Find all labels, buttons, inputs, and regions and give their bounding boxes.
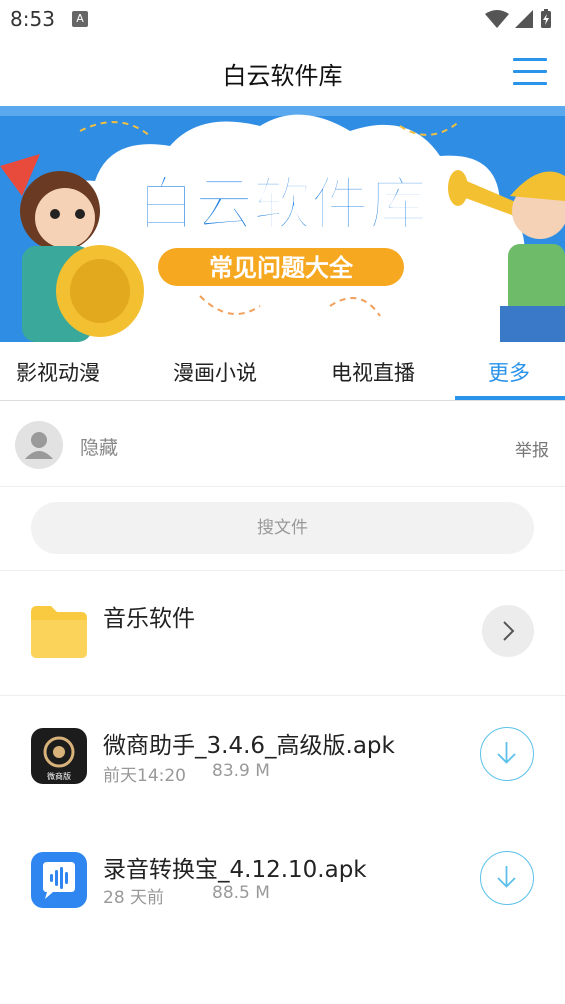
uploader-name[interactable]: 隐藏	[80, 433, 118, 460]
notification-a-icon: A	[72, 11, 88, 27]
recorder-app-icon	[31, 852, 87, 908]
file-time: 前天14:20	[103, 766, 186, 786]
banner-art: 白云软件库 常见问题大全	[0, 106, 565, 342]
banner-subtitle: 常见问题大全	[209, 254, 354, 282]
download-button[interactable]	[480, 851, 534, 905]
download-icon	[497, 742, 516, 764]
tab-tv-live[interactable]: 电视直播	[331, 357, 415, 387]
menu-button[interactable]	[513, 58, 547, 86]
status-bar: 8:53 A	[0, 0, 565, 38]
category-tabs: 影视动漫 漫画小说 电视直播 更多	[0, 342, 565, 401]
chevron-right-icon	[503, 621, 515, 641]
uploader-row: 隐藏 举报	[0, 401, 565, 487]
app-header: 白云软件库	[0, 38, 565, 106]
file-name: 微商助手_3.4.6_高级版.apk	[103, 733, 395, 759]
avatar[interactable]	[15, 421, 63, 469]
file-size: 88.5 M	[212, 883, 270, 903]
promo-banner[interactable]: 白云软件库 常见问题大全	[0, 106, 565, 342]
folder-item[interactable]: 音乐软件	[0, 571, 565, 696]
wifi-icon	[485, 10, 509, 28]
download-button[interactable]	[480, 727, 534, 781]
user-icon	[25, 432, 53, 459]
battery-icon	[541, 9, 551, 28]
folder-name: 音乐软件	[103, 606, 195, 632]
download-icon	[497, 866, 516, 888]
file-item[interactable]: 录音转换宝_4.12.10.apk 28 天前 88.5 M	[0, 820, 565, 944]
app-icon-label: 微商版	[47, 771, 71, 781]
open-folder-button[interactable]	[482, 605, 534, 657]
folder-icon	[31, 606, 87, 658]
file-name: 录音转换宝_4.12.10.apk	[103, 857, 367, 883]
tab-comics-novels[interactable]: 漫画小说	[173, 357, 257, 387]
banner-headline: 白云软件库	[137, 170, 427, 238]
tab-film-anime[interactable]: 影视动漫	[16, 357, 100, 387]
signal-icon	[515, 10, 533, 28]
search-input[interactable]: 搜文件	[31, 502, 534, 554]
status-icons	[485, 9, 551, 28]
file-item[interactable]: 微商版 微商助手_3.4.6_高级版.apk 前天14:20 83.9 M	[0, 696, 565, 820]
file-time: 28 天前	[103, 888, 165, 908]
file-size: 83.9 M	[212, 761, 270, 781]
status-time: 8:53	[10, 7, 55, 31]
active-tab-indicator	[455, 396, 565, 400]
menu-icon	[513, 58, 547, 61]
weishang-app-icon: 微商版	[31, 728, 87, 784]
search-section: 搜文件	[0, 486, 565, 571]
tab-more[interactable]: 更多	[488, 357, 530, 387]
page-title: 白云软件库	[222, 62, 343, 90]
report-link[interactable]: 举报	[515, 436, 549, 461]
